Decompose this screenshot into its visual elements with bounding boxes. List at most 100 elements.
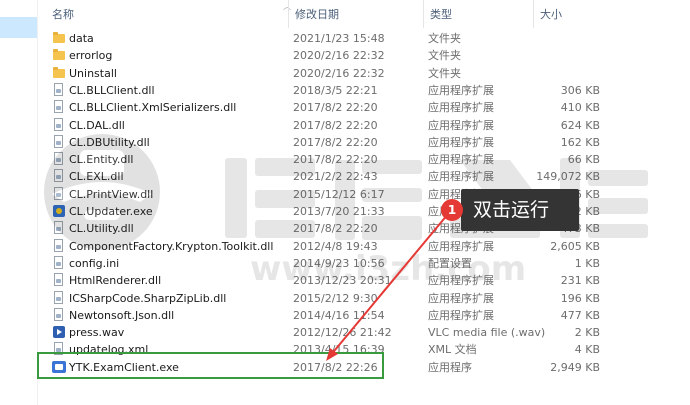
file-size: 4 KB [574, 343, 600, 357]
app-icon [52, 204, 66, 218]
file-row[interactable]: config.ini 2014/9/23 10:56 配置设置 1 KB [38, 255, 690, 272]
dll-file-icon [52, 117, 66, 132]
file-row[interactable]: press.wav 2012/12/26 21:42 VLC media file … [38, 324, 690, 341]
dll-file-icon [52, 100, 66, 114]
file-name: CL.Utility.dll [69, 222, 134, 236]
file-name: Newtonsoft.Json.dll [69, 308, 175, 322]
file-row[interactable]: CL.DAL.dll 2017/8/2 22:20 应用程序扩展 624 KB [38, 117, 690, 134]
file-name: ComponentFactory.Krypton.Toolkit.dll [69, 239, 274, 253]
file-name: YTK.ExamClient.exe [69, 361, 179, 374]
file-date: 2017/8/2 22:20 [293, 101, 378, 115]
navigation-selected-item[interactable] [0, 17, 37, 38]
file-date: 2017/8/2 22:20 [293, 118, 378, 132]
file-row[interactable]: CL.Entity.dll 2017/8/2 22:20 应用程序扩展 66 KB [38, 151, 690, 168]
file-date: 2014/9/23 10:56 [293, 256, 385, 270]
file-row[interactable]: HtmlRenderer.dll 2013/12/23 20:31 应用程序扩展 23… [38, 272, 690, 289]
file-name: HtmlRenderer.dll [69, 274, 162, 288]
file-date: 2021/2/2 22:43 [293, 170, 378, 184]
file-row[interactable]: data 2021/1/23 15:48 文件夹 [38, 30, 690, 47]
file-date: 2018/3/5 22:21 [293, 83, 378, 97]
file-row[interactable]: CL.BLLClient.XmlSerializers.dll 2017/8/2 … [38, 99, 690, 116]
file-size: 162 KB [560, 135, 600, 149]
file-date: 2012/4/8 19:43 [293, 239, 378, 253]
file-row[interactable]: CL.Utility.dll2017/8/2 22:20应用程序扩展473 KB [38, 220, 690, 237]
file-size: 624 KB [560, 118, 600, 132]
file-date: 2017/8/2 22:20 [293, 222, 378, 236]
file-row[interactable]: updatelog.xml 2013/4/15 16:39 XML 文档 4 KB [38, 341, 690, 358]
media-file-icon [52, 325, 66, 339]
file-name: updatelog.xml [69, 343, 149, 357]
file-type: 应用程序 [428, 361, 472, 374]
file-size: 1 KB [574, 256, 600, 270]
file-size: 196 KB [560, 291, 600, 305]
file-size: 410 KB [560, 101, 600, 115]
dll-file-icon [52, 221, 66, 235]
file-date: 2013/12/23 20:31 [293, 274, 392, 288]
file-name: CL.Updater.exe [69, 205, 153, 218]
file-row[interactable]: CL.EXL.dll 2021/2/2 22:43 应用程序扩展 149,072 KB [38, 168, 690, 185]
file-type: 应用程序扩展 [428, 83, 494, 97]
file-type: 文件夹 [428, 49, 461, 63]
file-date: 2013/4/15 16:39 [293, 343, 385, 357]
dll-file-icon [52, 134, 66, 149]
file-size: 66 KB [567, 153, 600, 167]
exe-app-icon [52, 360, 66, 374]
file-name: CL.DAL.dll [69, 118, 125, 132]
dll-file-icon [52, 290, 66, 305]
file-type: 应用程序扩展 [428, 153, 494, 167]
file-date: 2020/2/16 22:32 [293, 66, 385, 80]
file-name: ICSharpCode.SharpZipLib.dll [69, 291, 227, 305]
file-name: CL.DBUtility.dll [69, 135, 150, 149]
file-size: 2,605 KB [550, 239, 600, 253]
file-name: CL.BLLClient.dll [69, 83, 155, 97]
file-row[interactable]: Newtonsoft.Json.dll 2014/4/16 11:54 应用程序扩展… [38, 307, 690, 324]
column-header-size[interactable]: 大小 [534, 0, 614, 28]
file-type: 文件夹 [428, 66, 461, 80]
file-date: 2021/1/23 15:48 [293, 32, 385, 45]
xml-file-icon [52, 342, 66, 356]
navigation-pane [0, 0, 38, 405]
dll-file-icon [52, 273, 66, 287]
folder-icon [52, 31, 66, 45]
file-name: CL.Entity.dll [69, 153, 134, 167]
file-type: 应用程序扩展 [428, 308, 494, 322]
file-date: 2015/2/12 9:30 [293, 291, 378, 305]
folder-icon [52, 48, 66, 62]
file-row[interactable]: CL.PrintView.dll2015/12/12 6:17应用程序扩展156… [38, 186, 690, 203]
file-date: 2020/2/16 22:32 [293, 49, 385, 63]
file-row[interactable]: CL.DBUtility.dll 2017/8/2 22:20 应用程序扩展 162 … [38, 134, 690, 151]
file-size: 2 KB [574, 326, 600, 340]
file-type: XML 文档 [428, 343, 477, 357]
column-header-bar: ︿ 名称 修改日期 类型 大小 [38, 0, 690, 28]
file-type: 文件夹 [428, 32, 461, 45]
dll-file-icon [52, 307, 66, 322]
file-row[interactable]: errorlog 2020/2/16 22:32 文件夹 [38, 47, 690, 64]
file-name: Uninstall [69, 66, 117, 80]
dll-file-icon [52, 152, 66, 166]
ini-file-icon [52, 255, 66, 270]
file-row[interactable]: ComponentFactory.Krypton.Toolkit.dll 2012… [38, 238, 690, 255]
file-size: 2,949 KB [550, 361, 600, 374]
file-type: 应用程序扩展 [428, 291, 494, 305]
file-date: 2015/12/12 6:17 [293, 187, 385, 201]
file-type: 应用程序扩展 [428, 274, 494, 288]
file-row[interactable]: YTK.ExamClient.exe 2017/8/2 22:26 应用程序 2,94… [38, 359, 690, 376]
file-type: 应用程序扩展 [428, 170, 494, 184]
file-date: 2014/4/16 11:54 [293, 308, 385, 322]
file-row[interactable]: CL.BLLClient.dll 2018/3/5 22:21 应用程序扩展 306 … [38, 82, 690, 99]
folder-icon [52, 66, 66, 80]
column-header-date[interactable]: 修改日期 [289, 0, 424, 28]
column-header-type[interactable]: 类型 [424, 0, 534, 28]
file-row[interactable]: ICSharpCode.SharpZipLib.dll 2015/2/12 9:3… [38, 290, 690, 307]
file-type: 应用程序扩展 [428, 101, 494, 115]
file-row[interactable]: Uninstall 2020/2/16 22:32 文件夹 [38, 65, 690, 82]
file-row[interactable]: CL.Updater.exe2013/7/20 21:33应用程序52 KB [38, 203, 690, 220]
file-name: errorlog [69, 49, 113, 63]
file-name: CL.EXL.dll [69, 170, 124, 184]
file-name: CL.PrintView.dll [69, 187, 154, 201]
file-date: 2012/12/26 21:42 [293, 326, 392, 340]
file-size: 306 KB [560, 83, 600, 97]
column-header-name[interactable]: 名称 [46, 0, 289, 28]
dll-file-icon [52, 238, 66, 253]
callout-label: 双击运行 [461, 189, 579, 231]
